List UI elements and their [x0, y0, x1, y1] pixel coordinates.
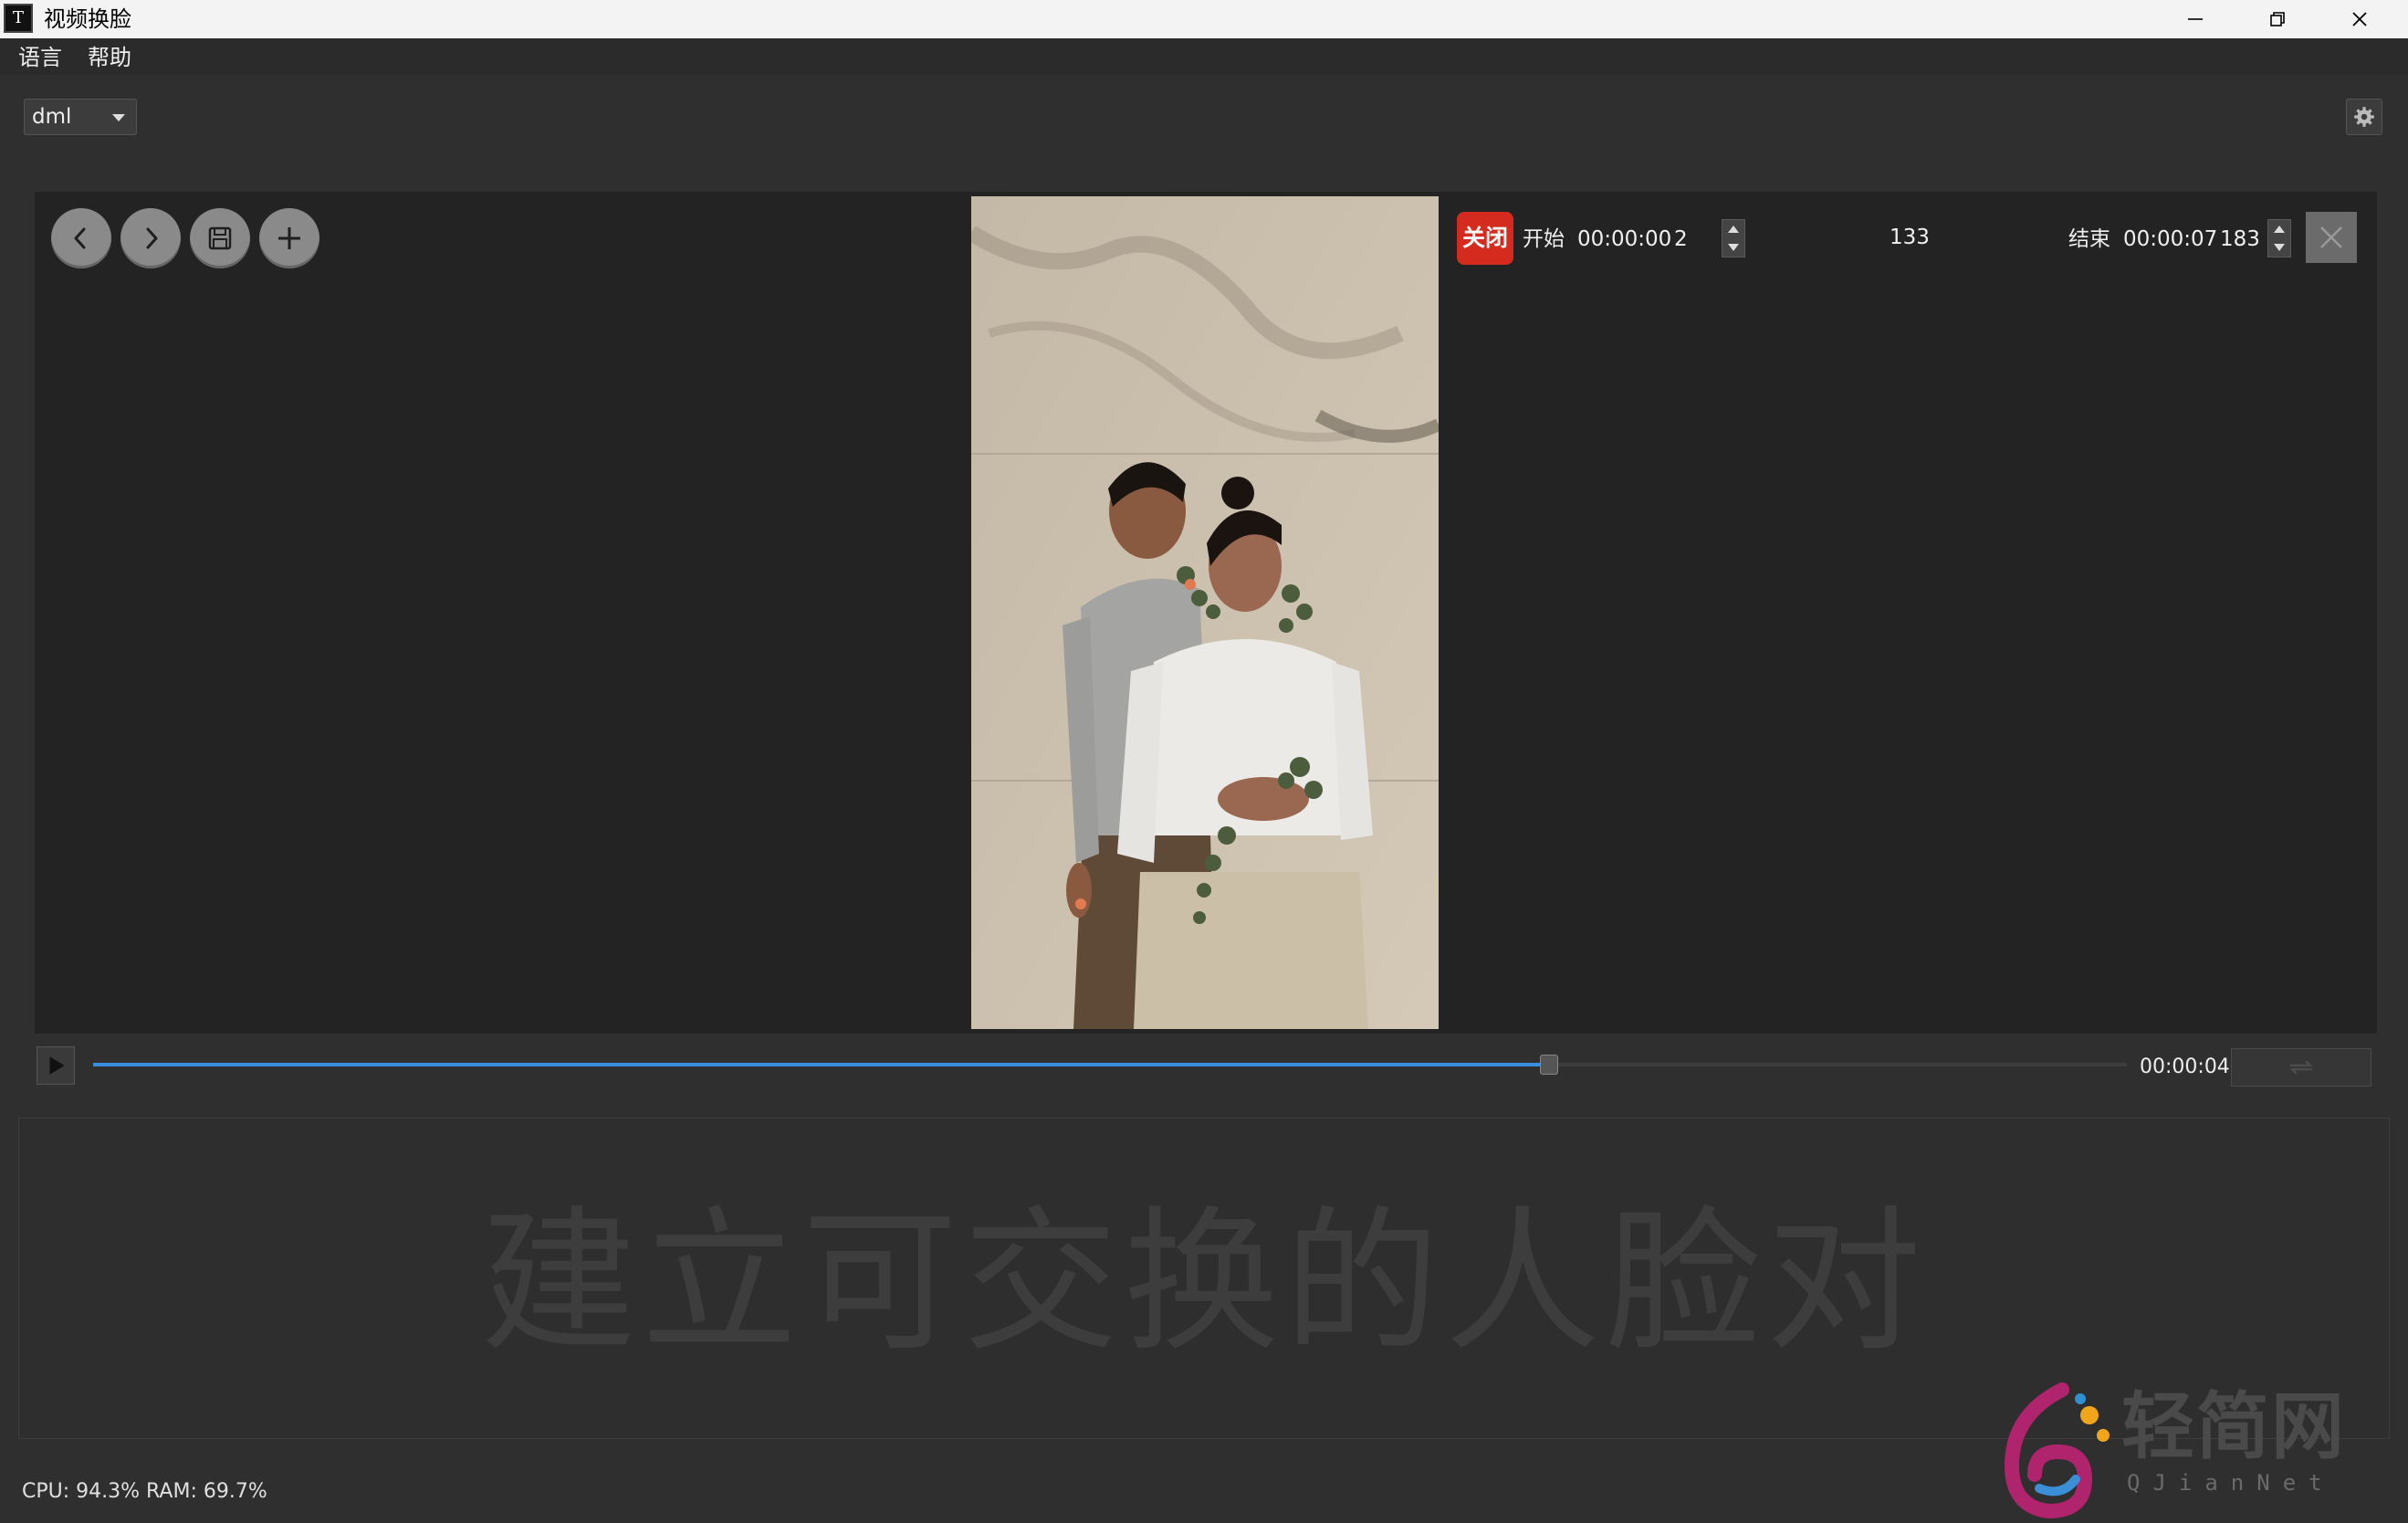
settings-button[interactable] [2346, 99, 2382, 135]
timeline-handle[interactable] [1540, 1055, 1559, 1075]
play-button[interactable] [37, 1046, 75, 1085]
start-label: 开始 [1523, 227, 1565, 251]
restore-icon [2270, 12, 2285, 26]
menu-language[interactable]: 语言 [18, 44, 62, 71]
close-range-button[interactable] [2306, 212, 2357, 263]
chevron-down-icon [112, 114, 125, 121]
start-time: 00:00:00 [1577, 227, 1672, 251]
timeline-progress [93, 1063, 1550, 1066]
save-icon [208, 226, 232, 250]
close-icon [2352, 12, 2367, 26]
end-frame-stepper[interactable] [2267, 219, 2291, 257]
restore-button[interactable] [2236, 0, 2319, 38]
add-button[interactable] [259, 208, 319, 268]
add-icon [278, 227, 300, 249]
back-icon [74, 227, 86, 249]
minimize-button[interactable] [2154, 0, 2236, 38]
play-icon [49, 1056, 65, 1075]
forward-icon [146, 227, 158, 249]
minimize-icon [2188, 18, 2203, 20]
start-frame-input[interactable]: 2 [1674, 226, 1688, 252]
app-logo-icon: T [4, 4, 33, 33]
window-title: 视频换脸 [44, 6, 131, 32]
menu-bar: 语言 帮助 [0, 38, 2408, 75]
device-select[interactable]: dml [24, 99, 137, 135]
watermark-title: 轻简网 [2121, 1384, 2346, 1469]
menu-help[interactable]: 帮助 [88, 44, 131, 71]
loop-button[interactable] [2231, 1048, 2371, 1087]
video-frame-image [971, 196, 1439, 1029]
close-window-button[interactable] [2319, 0, 2401, 38]
loop-icon [2289, 1060, 2313, 1075]
next-frame-button[interactable] [120, 208, 181, 268]
end-time: 00:00:07 [2123, 227, 2218, 251]
save-button[interactable] [190, 208, 250, 268]
title-bar: T 视频换脸 [0, 0, 2408, 38]
gear-icon [2354, 107, 2374, 127]
current-time: 00:00:04 [2140, 1056, 2230, 1078]
timeline-slider[interactable] [93, 1055, 2127, 1075]
toggle-off-button[interactable]: 关闭 [1457, 212, 1513, 265]
face-pairs-hint: 建立可交换的人脸对 [480, 1192, 1927, 1373]
end-frame-input[interactable]: 183 [2220, 226, 2260, 252]
start-frame-stepper[interactable] [1722, 219, 1745, 257]
total-frames: 133 [1890, 226, 1930, 249]
watermark-subtitle: QJianNet [2127, 1470, 2335, 1496]
status-bar: CPU: 94.3% RAM: 69.7% [22, 1480, 267, 1503]
close-icon [2320, 226, 2342, 248]
watermark-logo-icon [2004, 1382, 2110, 1519]
watermark: 轻简网 QJianNet [1975, 1379, 2404, 1523]
prev-frame-button[interactable] [51, 208, 111, 268]
device-select-value: dml [32, 105, 72, 129]
end-label: 结束 [2068, 227, 2110, 251]
